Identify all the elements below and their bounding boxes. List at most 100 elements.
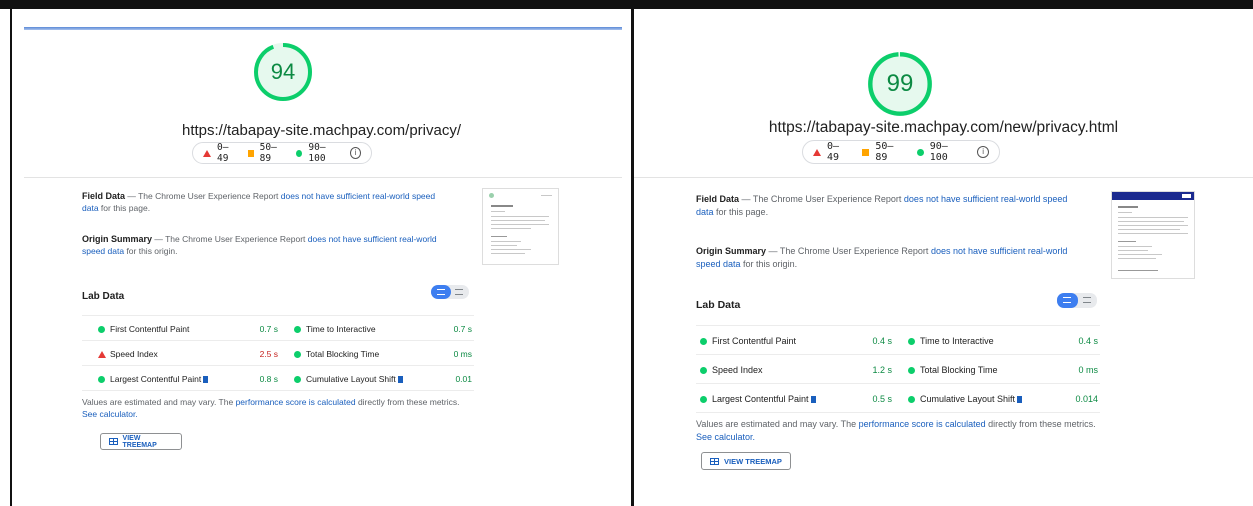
metric-value: 0.014: [1075, 394, 1098, 404]
legend-average-range: 50–89: [875, 141, 894, 163]
metric-first-contentful-paint: First Contentful Paint 0.7 s: [98, 317, 278, 341]
metric-value: 0.7 s: [453, 324, 472, 334]
pass-circle-icon: [98, 375, 105, 383]
origin-summary-title: Origin Summary: [82, 234, 153, 244]
page-screenshot-thumbnail[interactable]: [482, 188, 559, 265]
metric-time-to-interactive: Time to Interactive 0.7 s: [294, 317, 472, 341]
bookmark-icon[interactable]: [397, 376, 403, 383]
pass-circle-icon: [294, 325, 301, 333]
metric-value: 0.01: [455, 374, 472, 384]
fail-triangle-icon: [813, 148, 821, 156]
report-panel-right: 99 https://tabapay-site.machpay.com/new/…: [634, 9, 1253, 506]
origin-summary-text: — The Chrome User Experience Report: [766, 246, 931, 256]
metric-largest-contentful-paint: Largest Contentful Paint 0.5 s: [700, 386, 892, 412]
see-calculator-link[interactable]: See calculator.: [696, 432, 755, 442]
metric-value: 0 ms: [1078, 365, 1098, 375]
metrics-rule: [696, 325, 1100, 326]
pass-circle-icon: [700, 337, 707, 345]
score-value: 99: [886, 70, 914, 97]
page-url: https://tabapay-site.machpay.com/new/pri…: [768, 119, 1119, 136]
field-data-section: Field Data — The Chrome User Experience …: [82, 190, 442, 214]
metrics-rule: [82, 340, 474, 341]
compact-view-icon: [437, 289, 445, 295]
pass-circle-icon: [908, 395, 915, 403]
metric-speed-index: Speed Index 2.5 s: [98, 342, 278, 366]
pass-circle-icon: [700, 395, 707, 403]
origin-summary-section: Origin Summary — The Chrome User Experie…: [82, 233, 442, 257]
score-value: 94: [270, 59, 296, 84]
performance-score-gauge: 99: [867, 51, 933, 117]
treemap-icon: [710, 457, 719, 465]
page-url: https://tabapay-site.machpay.com/privacy…: [181, 122, 461, 139]
origin-summary-section: Origin Summary — The Chrome User Experie…: [696, 245, 1076, 271]
metric-label: First Contentful Paint: [110, 324, 190, 334]
metrics-view-toggle[interactable]: [1057, 293, 1097, 308]
metrics-rule: [82, 390, 474, 391]
metric-value: 2.5 s: [259, 349, 278, 359]
metrics-rule: [82, 315, 474, 316]
lab-data-title: Lab Data: [696, 299, 741, 311]
field-data-section: Field Data — The Chrome User Experience …: [696, 193, 1076, 219]
metrics-view-toggle[interactable]: [431, 285, 469, 299]
report-panel-left: 94 https://tabapay-site.machpay.com/priv…: [12, 9, 631, 506]
info-icon[interactable]: i: [350, 147, 361, 159]
metric-value: 0.5 s: [872, 394, 892, 404]
performance-score-gauge: 94: [253, 42, 313, 102]
fail-triangle-icon: [98, 350, 106, 358]
field-data-title: Field Data: [696, 194, 740, 204]
field-data-title: Field Data: [82, 191, 126, 201]
pass-circle-icon: [908, 337, 915, 345]
pass-circle-icon: [98, 325, 105, 333]
metric-speed-index: Speed Index 1.2 s: [700, 357, 892, 383]
pass-circle-icon: [294, 375, 301, 383]
expanded-view-icon: [455, 289, 463, 295]
footnote-text: Values are estimated and may vary. The: [696, 419, 859, 429]
metric-value: 0.7 s: [259, 324, 278, 334]
section-divider: [24, 177, 622, 178]
bookmark-icon[interactable]: [1017, 396, 1023, 403]
metric-largest-contentful-paint: Largest Contentful Paint 0.8 s: [98, 367, 278, 391]
origin-summary-suffix: for this origin.: [124, 246, 178, 256]
field-data-suffix: for this page.: [713, 207, 769, 217]
view-treemap-button[interactable]: VIEW TREEMAP: [701, 452, 791, 470]
metric-total-blocking-time: Total Blocking Time 0 ms: [294, 342, 472, 366]
info-icon[interactable]: i: [977, 146, 989, 158]
legend-fail-range: 0–49: [827, 141, 840, 163]
pass-circle-icon: [908, 366, 915, 374]
view-treemap-button[interactable]: VIEW TREEMAP: [100, 433, 182, 450]
average-square-icon: [862, 148, 870, 156]
score-calculated-link[interactable]: performance score is calculated: [236, 397, 356, 407]
metric-label: Total Blocking Time: [920, 365, 998, 375]
field-data-suffix: for this page.: [98, 203, 151, 213]
metric-value: 0.4 s: [1078, 336, 1098, 346]
bookmark-icon[interactable]: [810, 396, 816, 403]
score-legend: 0–49 50–89 90–100 i: [802, 140, 1000, 164]
metrics-rule: [696, 354, 1100, 355]
metrics-rule: [696, 412, 1100, 413]
pass-circle-icon: [294, 350, 301, 358]
origin-summary-suffix: for this origin.: [740, 259, 798, 269]
metric-label: Largest Contentful Paint: [712, 394, 809, 404]
metric-value: 0.8 s: [259, 374, 278, 384]
metric-label: Cumulative Layout Shift: [306, 374, 396, 384]
legend-pass-range: 90–100: [308, 142, 326, 164]
footnote-text: directly from these metrics.: [355, 397, 460, 407]
metric-label: Total Blocking Time: [306, 349, 380, 359]
field-data-text: — The Chrome User Experience Report: [125, 191, 281, 201]
metric-first-contentful-paint: First Contentful Paint 0.4 s: [700, 328, 892, 354]
pass-circle-icon: [916, 148, 924, 156]
see-calculator-link[interactable]: See calculator.: [82, 409, 138, 419]
metric-label: Largest Contentful Paint: [110, 374, 202, 384]
metric-label: Speed Index: [110, 349, 158, 359]
origin-summary-text: — The Chrome User Experience Report: [152, 234, 308, 244]
window-frame-top: [0, 0, 1253, 9]
compact-view-icon: [1063, 297, 1071, 303]
footnote-text: directly from these metrics.: [985, 419, 1096, 429]
page-screenshot-thumbnail[interactable]: [1111, 191, 1195, 279]
metric-label: Speed Index: [712, 365, 763, 375]
pass-circle-icon: [296, 149, 303, 157]
metric-value: 0 ms: [453, 349, 472, 359]
score-calculated-link[interactable]: performance score is calculated: [859, 419, 986, 429]
bookmark-icon[interactable]: [203, 376, 209, 383]
metric-cumulative-layout-shift: Cumulative Layout Shift 0.014: [908, 386, 1098, 412]
